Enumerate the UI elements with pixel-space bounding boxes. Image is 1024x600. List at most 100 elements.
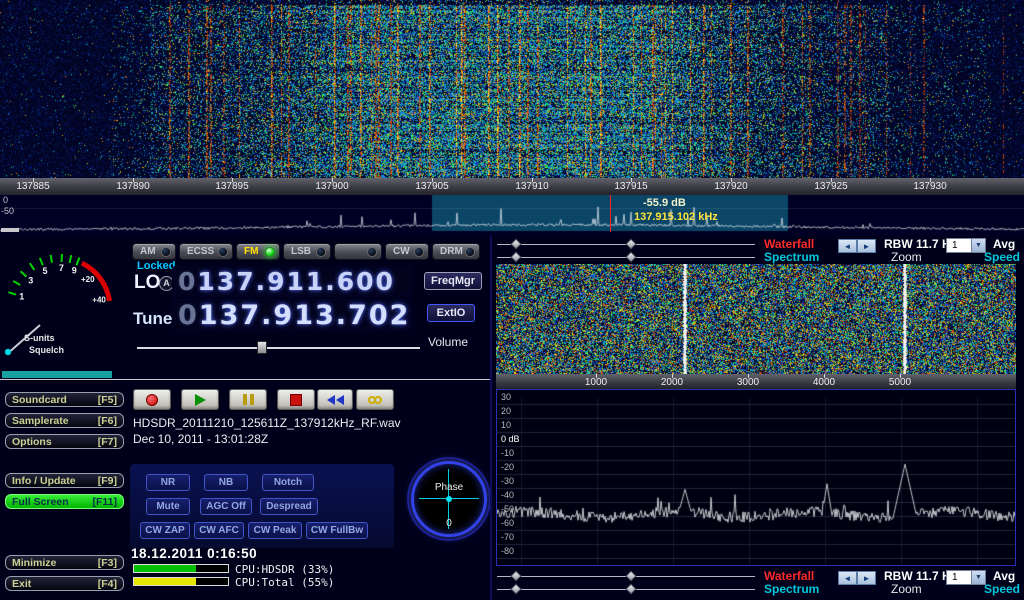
stop-button[interactable]	[277, 389, 315, 410]
af-freq-tick-label: 5000	[889, 377, 911, 388]
mode-label: AM	[140, 246, 156, 257]
volume-slider-thumb[interactable]	[257, 341, 267, 354]
mode-lsb-button[interactable]: LSB	[283, 243, 331, 260]
freq-tick-label: 137920	[714, 181, 747, 192]
af-spectrum-canvas[interactable]	[497, 390, 1015, 565]
tune-leading-zero: 0	[178, 300, 199, 331]
mute-button[interactable]: Mute	[146, 498, 190, 515]
overview-scrollbar-thumb[interactable]	[1, 228, 19, 232]
lo-leading-zero: 0	[178, 267, 197, 296]
slider-thumb[interactable]	[625, 251, 636, 262]
rf-waterfall[interactable]	[0, 0, 1024, 178]
overview-spectrum-canvas[interactable]	[0, 195, 1024, 236]
mode-ecss-button[interactable]: ECSS	[179, 243, 233, 260]
menu-exit-button[interactable]: Exit [F4]	[5, 576, 124, 591]
rewind-button[interactable]	[317, 389, 353, 410]
rf-spectrum-overview[interactable]: 0 -50 -55.9 dB 137.915.102 kHz	[0, 195, 1024, 236]
cw-peak-button[interactable]: CW Peak	[248, 522, 302, 539]
zoom-in-button[interactable]: ►	[857, 571, 876, 585]
mode-label: FM	[244, 246, 258, 257]
af-spectrum-label: Spectrum	[764, 582, 819, 596]
menu-key: [F5]	[98, 394, 117, 406]
mode-label: ECSS	[187, 246, 214, 257]
freq-tick-label: 137915	[614, 181, 647, 192]
menu-minimize-button[interactable]: Minimize [F3]	[5, 555, 124, 570]
phase-center-dot	[446, 496, 452, 502]
db-tick-label: -50	[501, 504, 514, 514]
squelch-level-bar[interactable]	[2, 371, 112, 378]
overview-db-top: 0	[3, 195, 8, 205]
af-spectrum[interactable]: 30 20 10 0 dB -10 -20 -30 -40 -50 -60 -7…	[496, 389, 1016, 566]
af-frequency-ruler[interactable]: 1000 2000 3000 4000 5000	[496, 374, 1016, 389]
cw-afc-button[interactable]: CW AFC	[194, 522, 244, 539]
squelch-track-line	[0, 379, 490, 380]
af-zoom-label: Zoom	[891, 582, 922, 596]
mode-cw-button[interactable]: CW	[385, 243, 429, 260]
pause-button[interactable]	[229, 389, 267, 410]
chevron-down-icon[interactable]: ▼	[971, 239, 985, 252]
mode-led	[161, 247, 171, 257]
rf-avg-value: 1	[952, 240, 958, 251]
menu-soundcard-button[interactable]: Soundcard [F5]	[5, 392, 124, 407]
slider-thumb[interactable]	[625, 583, 636, 594]
menu-label: Samplerate	[12, 415, 69, 427]
s-meter-tick-label: 3	[28, 276, 33, 286]
zoom-in-button[interactable]: ►	[857, 239, 876, 253]
record-button[interactable]	[133, 389, 171, 410]
freqmgr-button[interactable]: FreqMgr	[424, 272, 482, 290]
extio-button[interactable]: ExtIO	[427, 304, 475, 322]
mode-drm-button[interactable]: DRM	[432, 243, 480, 260]
play-icon	[195, 394, 206, 406]
tune-cursor-line[interactable]	[610, 195, 611, 232]
volume-slider-track[interactable]	[137, 347, 420, 349]
af-waterfall[interactable]	[496, 264, 1016, 374]
phase-dial[interactable]: Phase 0	[407, 457, 491, 541]
nb-button[interactable]: NB	[204, 474, 248, 491]
notch-button[interactable]: Notch	[262, 474, 314, 491]
chevron-down-icon[interactable]: ▼	[971, 571, 985, 584]
rf-zoom-spinner: ◄ ►	[838, 239, 876, 253]
loop-button[interactable]	[356, 389, 394, 410]
rf-frequency-ruler[interactable]: 137885 137890 137895 137900 137905 13791…	[0, 178, 1024, 195]
menu-options-button[interactable]: Options [F7]	[5, 434, 124, 449]
freq-tick-label: 137900	[315, 181, 348, 192]
cursor-db-readout: -55.9 dB	[643, 197, 686, 209]
stop-icon	[290, 394, 302, 406]
mode-usb-button[interactable]	[334, 243, 382, 260]
lo-label: LO	[134, 272, 160, 294]
play-button[interactable]	[181, 389, 219, 410]
mode-fm-button[interactable]: FM	[236, 243, 280, 260]
slider-thumb[interactable]	[510, 583, 521, 594]
af-avg-value: 1	[952, 572, 958, 583]
cw-fullbw-button[interactable]: CW FullBw	[306, 522, 368, 539]
menu-samplerate-button[interactable]: Samplerate [F6]	[5, 413, 124, 428]
zoom-out-button[interactable]: ◄	[838, 239, 857, 253]
slider-thumb[interactable]	[510, 238, 521, 249]
squelch-label: Squelch	[29, 345, 64, 355]
mode-am-button[interactable]: AM	[132, 243, 176, 260]
s-meter-tick-label: +40	[92, 296, 106, 305]
slider-thumb[interactable]	[625, 238, 636, 249]
slider-thumb[interactable]	[510, 570, 521, 581]
zoom-out-button[interactable]: ◄	[838, 571, 857, 585]
tune-frequency-display[interactable]: 0137.913.702	[172, 299, 412, 331]
slider-thumb[interactable]	[625, 570, 636, 581]
rf-avg-select[interactable]: 1 ▼	[946, 238, 986, 253]
clock: 18.12.2011 0:16:50	[131, 546, 257, 561]
slider-thumb[interactable]	[510, 251, 521, 262]
menu-fullscreen-button[interactable]: Full Screen [F11]	[5, 494, 124, 509]
freq-tick-label: 137885	[16, 181, 49, 192]
rf-zoom-label: Zoom	[891, 250, 922, 264]
af-avg-select[interactable]: 1 ▼	[946, 570, 986, 585]
menu-info-update-button[interactable]: Info / Update [F9]	[5, 473, 124, 488]
agc-button[interactable]: AGC Off	[200, 498, 252, 515]
despread-button[interactable]: Despread	[260, 498, 318, 515]
cw-zap-button[interactable]: CW ZAP	[140, 522, 190, 539]
lo-frequency-display[interactable]: 0137.911.600	[172, 266, 412, 297]
squelch-knob[interactable]	[5, 349, 11, 355]
nr-button[interactable]: NR	[146, 474, 190, 491]
menu-key: [F3]	[98, 557, 117, 569]
mode-label: LSB	[291, 246, 311, 257]
af-freq-tick-label: 3000	[737, 377, 759, 388]
af-freq-tick-label: 4000	[813, 377, 835, 388]
